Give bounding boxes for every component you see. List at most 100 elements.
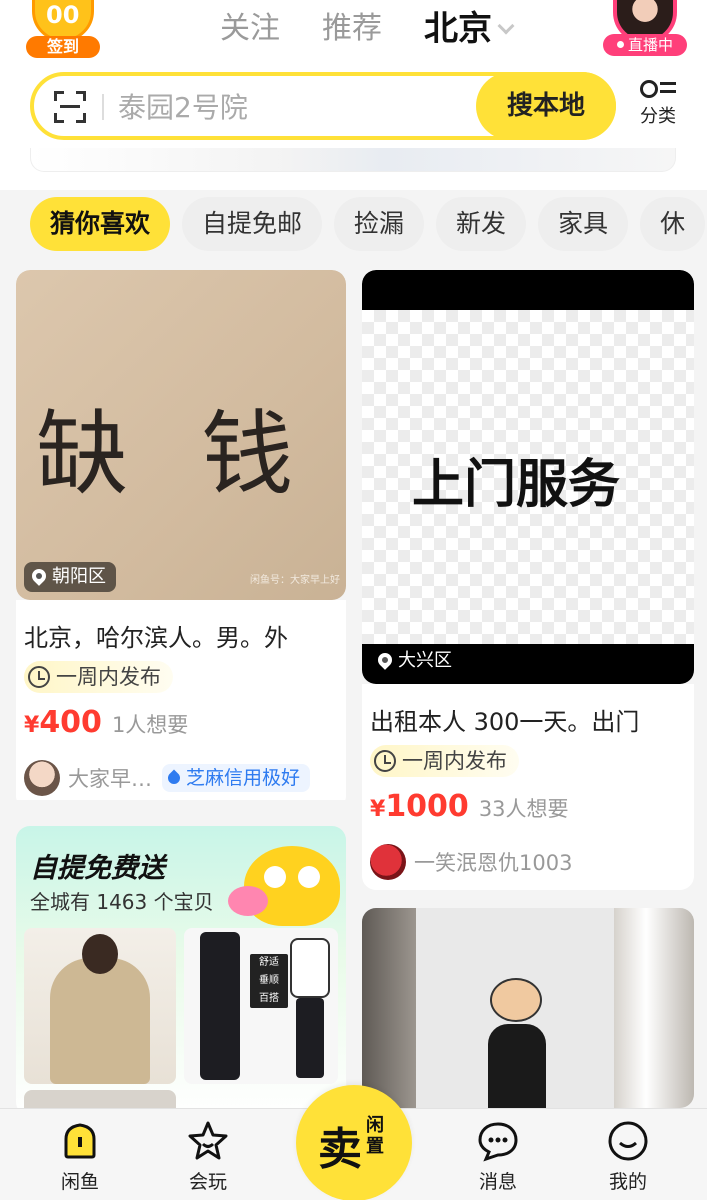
chat-bubble-icon xyxy=(476,1119,520,1163)
xianyu-home: 签到 关注 推荐 北京 直播中 搜本地 分类 猜你喜欢 自提免邮 捡漏 xyxy=(0,0,707,1200)
pants-shape xyxy=(296,998,324,1078)
nav-messages[interactable]: 消息 xyxy=(458,1119,538,1194)
want-count: 1人想要 xyxy=(111,713,189,737)
scan-icon[interactable] xyxy=(54,91,86,123)
time-tag: 一周内发布 xyxy=(370,745,519,777)
product-title: 出租本人 300一天。出门 xyxy=(370,708,640,736)
card-body: 北京，哈尔滨人。男。外 一周内发布 ¥400 1人想要 大家早… 芝麻信用极好 xyxy=(16,600,346,800)
clock-icon xyxy=(28,666,50,688)
product-card-right[interactable]: 上门服务 大兴区 出租本人 300一天。出门 一周内发布 ¥1000 33人想要 … xyxy=(362,270,694,890)
signin-button[interactable]: 签到 xyxy=(24,0,104,58)
price-row: ¥400 1人想要 xyxy=(16,705,346,745)
credit-badge: 芝麻信用极好 xyxy=(162,764,311,792)
promo-title: 自提免费送 xyxy=(30,853,165,884)
tag-line: 垂顺 xyxy=(259,975,279,986)
seller-row: 一笑泯恩仇1003 xyxy=(362,843,694,881)
location-tag: 朝阳区 xyxy=(24,562,116,592)
sell-label: 卖 xyxy=(318,1124,362,1175)
search-input[interactable] xyxy=(118,86,478,128)
live-avatar[interactable]: 直播中 xyxy=(603,0,687,60)
price: 400 xyxy=(39,705,102,740)
category-label: 分类 xyxy=(640,106,676,127)
tag-line: 舒适 xyxy=(259,957,279,968)
image-handwriting: 缺 钱 xyxy=(36,401,316,508)
search-local-button[interactable]: 搜本地 xyxy=(476,72,616,140)
pants-shape xyxy=(200,932,240,1080)
nav-profile[interactable]: 我的 xyxy=(588,1119,668,1194)
location-label: 朝阳区 xyxy=(52,566,106,587)
tab-recommend[interactable]: 推荐 xyxy=(322,3,382,47)
time-label: 一周内发布 xyxy=(56,665,161,689)
category-icon xyxy=(638,78,678,100)
curtain-shape xyxy=(614,908,694,1108)
banner-strip[interactable] xyxy=(30,148,676,172)
promo-item-image[interactable] xyxy=(24,928,176,1084)
smiley-icon xyxy=(606,1119,650,1163)
top-tabs: 关注 推荐 北京 xyxy=(220,0,515,50)
product-image: 缺 钱 闲鱼号：大家早上好 朝阳区 xyxy=(16,270,346,600)
location-pin-icon xyxy=(29,566,49,586)
cat-mask-icon xyxy=(490,978,542,1022)
seller-name: 一笑泯恩仇1003 xyxy=(414,851,573,875)
category-button[interactable]: 分类 xyxy=(635,76,681,132)
figure-shape xyxy=(488,1024,546,1108)
product-card-left[interactable]: 缺 钱 闲鱼号：大家早上好 朝阳区 北京，哈尔滨人。男。外 一周内发布 ¥400… xyxy=(16,270,346,810)
tab-city[interactable]: 北京 xyxy=(424,1,515,50)
location-tag: 大兴区 xyxy=(370,646,462,676)
chip-self-pickup[interactable]: 自提免邮 xyxy=(182,197,323,251)
promo-card-self-pickup[interactable]: 自提免费送 全城有 1463 个宝贝 舒适 垂顺 百搭 xyxy=(16,826,346,1116)
seller-avatar[interactable] xyxy=(370,844,406,880)
size-tag: 舒适 垂顺 百搭 xyxy=(250,954,288,1008)
currency-symbol: ¥ xyxy=(24,713,40,738)
price-row: ¥1000 33人想要 xyxy=(362,789,694,829)
tab-city-label: 北京 xyxy=(424,8,492,49)
chip-new[interactable]: 新发 xyxy=(436,197,527,251)
product-card-photo[interactable] xyxy=(362,908,694,1108)
signin-label: 签到 xyxy=(26,36,100,58)
tab-follow[interactable]: 关注 xyxy=(220,3,280,47)
promo-subtitle: 全城有 1463 个宝贝 xyxy=(30,890,214,914)
chip-guess-you-like[interactable]: 猜你喜欢 xyxy=(30,197,171,251)
location-pin-icon xyxy=(375,650,395,670)
sell-button[interactable]: 卖 闲置 xyxy=(296,1085,412,1200)
time-label: 一周内发布 xyxy=(402,749,507,773)
filter-chips: 猜你喜欢 自提免邮 捡漏 新发 家具 休 xyxy=(30,197,707,251)
product-title: 北京，哈尔滨人。男。外 xyxy=(24,624,288,652)
clock-icon xyxy=(374,750,396,772)
nav-home[interactable]: 闲鱼 xyxy=(40,1119,120,1194)
chip-furniture[interactable]: 家具 xyxy=(538,197,629,251)
want-count: 33人想要 xyxy=(478,797,569,821)
seller-row: 大家早… 芝麻信用极好 xyxy=(16,759,346,797)
tag-line: 百搭 xyxy=(259,993,279,1004)
chip-bargain[interactable]: 捡漏 xyxy=(334,197,425,251)
promo-item-image[interactable]: 舒适 垂顺 百搭 xyxy=(184,928,338,1084)
nav-label: 闲鱼 xyxy=(60,1171,99,1193)
sesame-credit-icon xyxy=(165,769,183,787)
search-bar: 搜本地 xyxy=(30,72,616,140)
home-icon xyxy=(58,1119,102,1163)
shirt-shape xyxy=(290,938,330,998)
location-label: 大兴区 xyxy=(398,650,452,671)
star-icon xyxy=(186,1119,230,1163)
nav-play[interactable]: 会玩 xyxy=(168,1119,248,1194)
nav-label: 我的 xyxy=(608,1171,647,1193)
chevron-down-icon xyxy=(497,17,515,34)
currency-symbol: ¥ xyxy=(370,797,386,822)
head-shape xyxy=(82,934,118,974)
image-watermark: 闲鱼号：大家早上好 xyxy=(250,575,340,586)
time-tag: 一周内发布 xyxy=(24,661,173,693)
credit-label: 芝麻信用极好 xyxy=(186,767,301,789)
product-image: 上门服务 大兴区 xyxy=(362,270,694,684)
seller-avatar[interactable] xyxy=(24,760,60,796)
image-brush-text: 上门服务 xyxy=(412,455,621,515)
header: 签到 关注 推荐 北京 直播中 搜本地 分类 xyxy=(0,0,707,190)
curtain-shape xyxy=(362,908,416,1108)
divider xyxy=(102,94,104,120)
price: 1000 xyxy=(385,789,469,824)
card-body: 出租本人 300一天。出门 一周内发布 ¥1000 33人想要 一笑泯恩仇1003 xyxy=(362,684,694,890)
chip-more[interactable]: 休 xyxy=(640,197,706,251)
fish-mascot-icon xyxy=(228,846,340,926)
sell-sublabel: 闲置 xyxy=(366,1115,384,1157)
nav-label: 会玩 xyxy=(188,1171,227,1193)
live-badge: 直播中 xyxy=(603,34,687,56)
